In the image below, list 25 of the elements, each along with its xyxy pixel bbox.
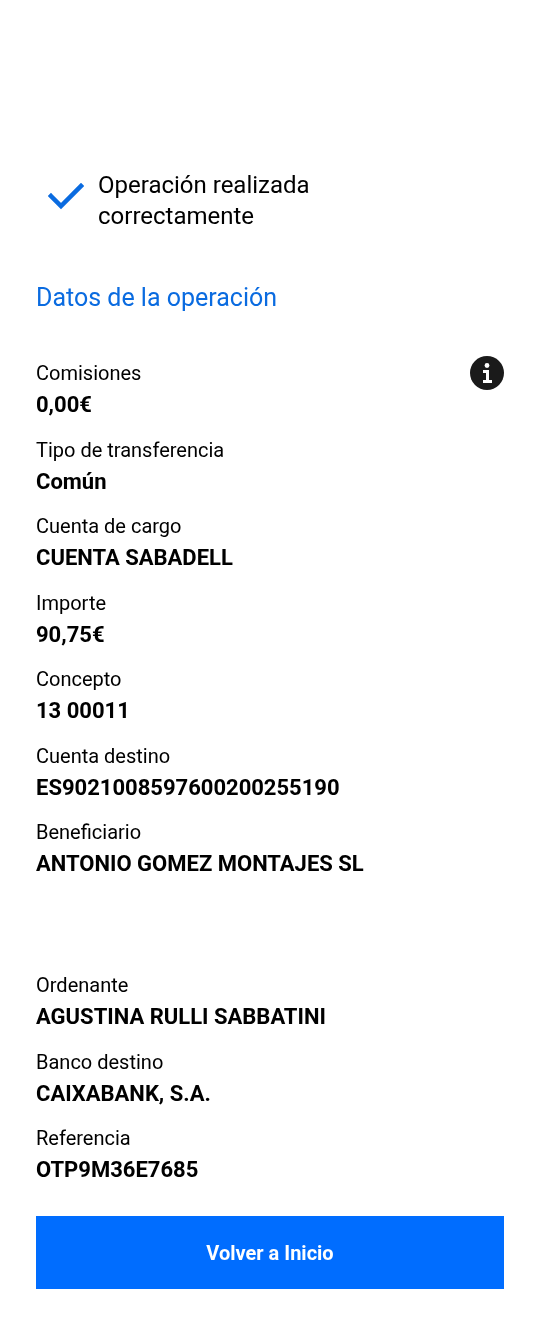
field-label: Importe: [36, 589, 107, 616]
field-label: Concepto: [36, 666, 122, 692]
field-label: Referencia: [36, 1125, 131, 1151]
checkmark-icon: [48, 182, 84, 210]
back-home-button[interactable]: Volver a Inicio: [36, 1216, 504, 1289]
field-label: Cuenta destino: [36, 742, 171, 769]
field-label: Tipo de transferencia: [36, 436, 225, 463]
field-value: ANTONIO GOMEZ MONTAJES SL: [36, 850, 364, 878]
success-message: Operación realizada correctamente: [98, 170, 311, 232]
field-value: 0,00€: [36, 391, 92, 419]
field-value: Común: [36, 467, 107, 496]
field-value: 13 00011: [36, 697, 130, 725]
field-label: Cuenta de cargo: [36, 513, 182, 539]
field-label: Beneficiario: [36, 819, 142, 845]
section-heading: Datos de la operación: [36, 282, 279, 314]
field-label: Banco destino: [36, 1048, 164, 1075]
field-label: Ordenante: [36, 972, 129, 998]
field-value: CUENTA SABADELL: [36, 544, 233, 572]
field-value: CAIXABANK, S.A.: [36, 1079, 211, 1108]
field-value: ES9021008597600200255190: [36, 773, 340, 802]
field-label: Comisiones: [36, 360, 142, 386]
field-value: AGUSTINA RULLI SABBATINI: [36, 1003, 326, 1031]
info-icon[interactable]: [470, 356, 504, 390]
field-value: OTP9M36E7685: [36, 1156, 199, 1184]
field-value: 90,75€: [36, 620, 105, 649]
